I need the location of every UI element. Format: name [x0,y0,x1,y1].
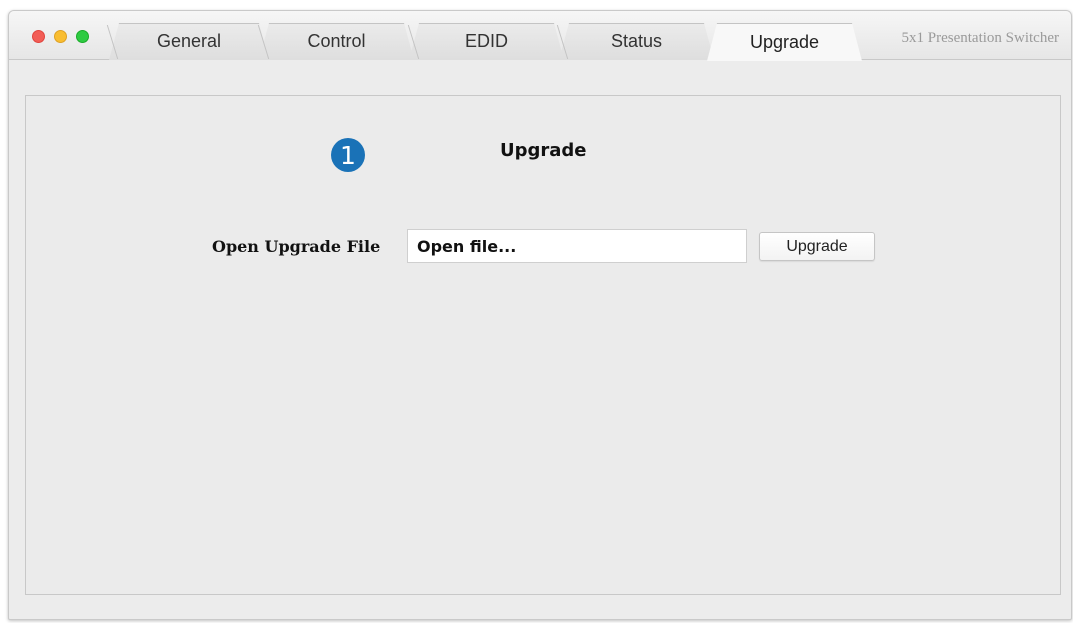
panel-title: Upgrade [500,140,587,161]
tab-label: Upgrade [749,31,820,52]
step-number-badge: 1 [331,138,365,172]
title-bar: General Control EDID Status Upgrade 5x1 … [9,11,1071,60]
tab-control[interactable]: Control [259,23,414,60]
upgrade-file-value: Open file... [417,236,517,256]
tab-label: Control [307,31,366,51]
tab-label: Status [610,31,663,51]
tab-status[interactable]: Status [559,23,714,60]
upgrade-panel: 1 Upgrade Open Upgrade File Open file...… [25,95,1061,595]
tab-upgrade[interactable]: Upgrade [707,23,862,61]
close-window-button[interactable] [32,30,45,43]
tab-general[interactable]: General [109,23,269,60]
maximize-window-button[interactable] [76,30,89,43]
tab-label: General [156,31,222,51]
upgrade-file-field[interactable]: Open file... [407,229,747,263]
app-window: General Control EDID Status Upgrade 5x1 … [8,10,1072,620]
minimize-window-button[interactable] [54,30,67,43]
tab-label: EDID [464,31,508,51]
upgrade-button[interactable]: Upgrade [759,232,875,261]
open-upgrade-file-label: Open Upgrade File [212,237,381,256]
app-title: 5x1 Presentation Switcher [901,30,1059,46]
tab-edid[interactable]: EDID [409,23,564,60]
